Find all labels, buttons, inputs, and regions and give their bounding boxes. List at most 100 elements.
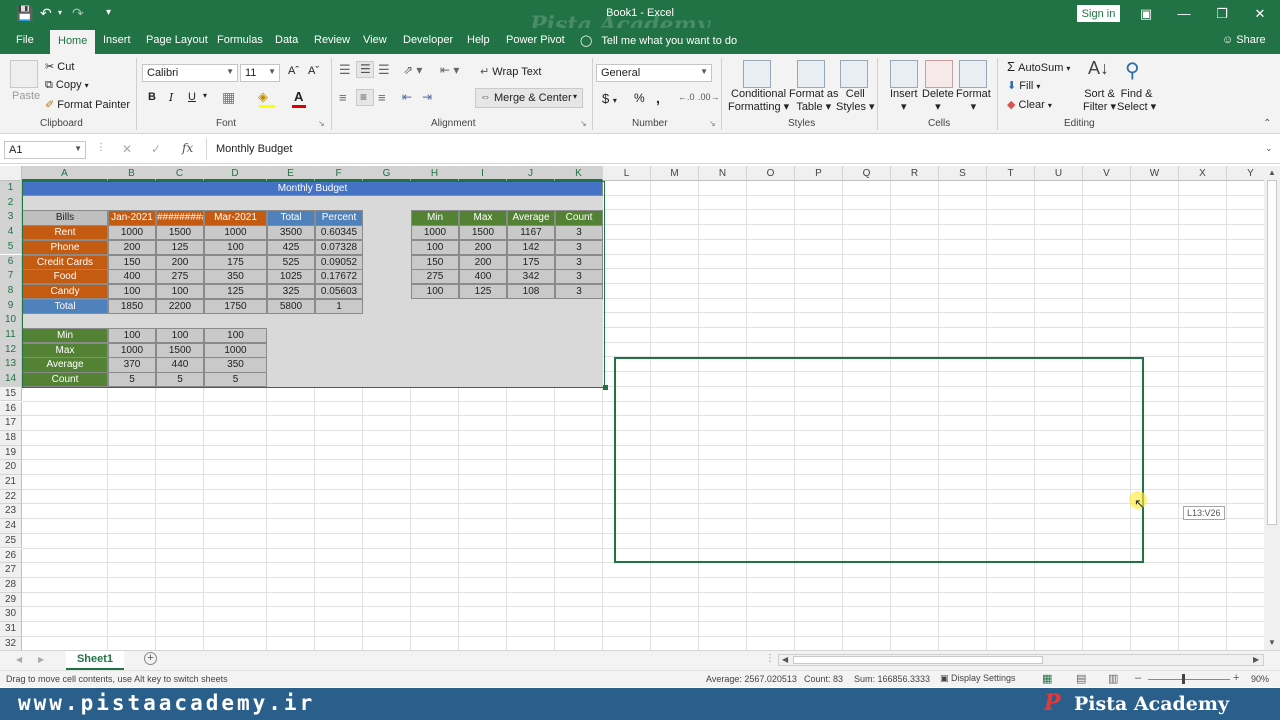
value-cell[interactable]: 325	[267, 283, 315, 300]
stat-value-cell[interactable]: 5	[108, 372, 156, 388]
row-header[interactable]: 8	[0, 283, 22, 299]
column-header[interactable]: R	[891, 166, 939, 181]
conditional-formatting-button[interactable]: Conditional Formatting ▾	[728, 88, 789, 114]
ribbon-display-icon[interactable]: ▣	[1138, 6, 1154, 22]
h-scroll-thumb[interactable]	[793, 656, 1043, 664]
sort-filter-button[interactable]: Sort & Filter ▾	[1083, 88, 1116, 114]
column-header[interactable]: G	[363, 166, 411, 181]
share-button[interactable]: ☺ Share	[1222, 34, 1266, 46]
stat-cell[interactable]: 100	[411, 283, 459, 300]
bill-name-cell[interactable]: Food	[22, 269, 108, 285]
font-family-select[interactable]: Calibri ▼	[142, 64, 238, 82]
header-cell[interactable]: Max	[459, 210, 507, 226]
stat-value-cell[interactable]: 100	[204, 328, 267, 344]
minimize-icon[interactable]: —	[1176, 6, 1192, 22]
row-header[interactable]: 14	[0, 372, 22, 387]
row-header[interactable]: 1	[0, 181, 22, 196]
tab-developer[interactable]: Developer	[403, 34, 453, 46]
copy-button[interactable]: ⧉ Copy ▾	[45, 79, 89, 92]
header-cell[interactable]: Bills	[22, 210, 108, 226]
status-average[interactable]: Average: 2567.020513	[706, 674, 797, 684]
autosum-button[interactable]: Σ AutoSum ▾	[1007, 59, 1070, 74]
merge-center-button[interactable]: ⇔ Merge & Center ▾	[475, 88, 583, 108]
status-count[interactable]: Count: 83	[804, 674, 843, 684]
row-header[interactable]: 7	[0, 269, 22, 284]
scroll-up-icon[interactable]: ▲	[1268, 168, 1276, 177]
row-header[interactable]: 15	[0, 386, 22, 402]
currency-button[interactable]: $ ▾	[602, 91, 617, 106]
expand-formula-icon[interactable]: ⌄	[1265, 143, 1273, 154]
tab-view[interactable]: View	[363, 34, 387, 46]
close-icon[interactable]: ✕	[1252, 6, 1268, 22]
stat-cell[interactable]: 108	[507, 283, 555, 300]
bill-name-cell[interactable]: Phone	[22, 239, 108, 255]
column-header[interactable]: N	[699, 166, 747, 181]
scroll-right-icon[interactable]: ▶	[1253, 655, 1259, 664]
value-cell[interactable]: 0.05603	[315, 283, 363, 300]
paste-icon[interactable]	[10, 60, 38, 88]
header-cell[interactable]: Count	[555, 210, 603, 226]
header-cell[interactable]: Jan-2021	[108, 210, 156, 226]
total-value-cell[interactable]: 1	[315, 298, 363, 314]
zoom-slider[interactable]	[1148, 679, 1230, 680]
bill-name-cell[interactable]: Rent	[22, 225, 108, 241]
align-middle-button[interactable]: ☰	[356, 61, 374, 78]
tab-review[interactable]: Review	[314, 34, 350, 46]
row-header[interactable]: 25	[0, 533, 22, 549]
tab-formulas[interactable]: Formulas	[217, 34, 263, 46]
orientation-icon[interactable]: ⇗ ▾	[403, 63, 422, 77]
increase-decimal-icon[interactable]: ←.0	[678, 92, 695, 102]
merge-dropdown-icon[interactable]: ▾	[573, 92, 577, 101]
column-header[interactable]: M	[651, 166, 699, 181]
value-cell[interactable]: 0.07328	[315, 239, 363, 255]
row-header[interactable]: 2	[0, 195, 22, 211]
column-header[interactable]: Q	[843, 166, 891, 181]
row-header[interactable]: 24	[0, 519, 22, 534]
row-header[interactable]: 32	[0, 636, 22, 650]
row-header[interactable]: 19	[0, 445, 22, 461]
align-center-button[interactable]: ≡	[356, 89, 374, 106]
stat-cell[interactable]: 1167	[507, 225, 555, 241]
column-header[interactable]: U	[1035, 166, 1083, 181]
value-cell[interactable]: 200	[156, 254, 204, 270]
column-header[interactable]: B	[108, 166, 156, 181]
tell-me-search[interactable]: ◯ Tell me what you want to do	[580, 34, 737, 47]
column-header[interactable]: L	[603, 166, 651, 181]
page-layout-view-icon[interactable]: ▤	[1076, 672, 1086, 685]
display-settings-button[interactable]: ▣ Display Settings	[940, 673, 1016, 684]
fill-button[interactable]: ⬇ Fill ▾	[1007, 79, 1040, 92]
vertical-scrollbar[interactable]: ▲ ▼	[1264, 166, 1280, 650]
value-cell[interactable]: 0.60345	[315, 225, 363, 241]
value-cell[interactable]: 100	[204, 239, 267, 255]
column-header[interactable]: A	[22, 166, 108, 181]
add-sheet-icon[interactable]: +	[144, 652, 157, 665]
scroll-thumb[interactable]	[1267, 180, 1277, 525]
format-cells-button[interactable]: Format ▾	[956, 88, 991, 114]
name-box[interactable]: A1 ▼	[4, 141, 86, 159]
zoom-level[interactable]: 90%	[1251, 674, 1269, 684]
number-format-select[interactable]: General ▼	[596, 64, 712, 82]
copy-dropdown-icon[interactable]: ▾	[85, 81, 89, 90]
stat-label-cell[interactable]: Max	[22, 342, 108, 358]
value-cell[interactable]: 525	[267, 254, 315, 270]
stat-cell[interactable]: 200	[459, 239, 507, 255]
column-header[interactable]: K	[555, 166, 603, 181]
tab-data[interactable]: Data	[275, 34, 298, 46]
stat-cell[interactable]: 3	[555, 239, 603, 255]
sign-in-button[interactable]: Sign in	[1077, 5, 1120, 22]
column-header[interactable]: P	[795, 166, 843, 181]
format-painter-button[interactable]: ✐ Format Painter	[45, 98, 130, 111]
prev-sheet-icon[interactable]: ◀	[16, 655, 22, 664]
tab-page-layout[interactable]: Page Layout	[146, 34, 208, 46]
row-header[interactable]: 4	[0, 225, 22, 240]
font-size-select[interactable]: 11 ▼	[240, 64, 280, 82]
row-header[interactable]: 28	[0, 577, 22, 593]
stat-value-cell[interactable]: 5	[156, 372, 204, 388]
row-header[interactable]: 17	[0, 416, 22, 431]
align-left-icon[interactable]: ≡	[339, 90, 347, 105]
clear-button[interactable]: ◆ Clear ▾	[1007, 98, 1052, 111]
underline-dropdown-icon[interactable]: ▾	[203, 91, 207, 100]
decrease-font-icon[interactable]: Aˇ	[308, 65, 319, 77]
row-header[interactable]: 10	[0, 313, 22, 328]
value-cell[interactable]: 200	[108, 239, 156, 255]
